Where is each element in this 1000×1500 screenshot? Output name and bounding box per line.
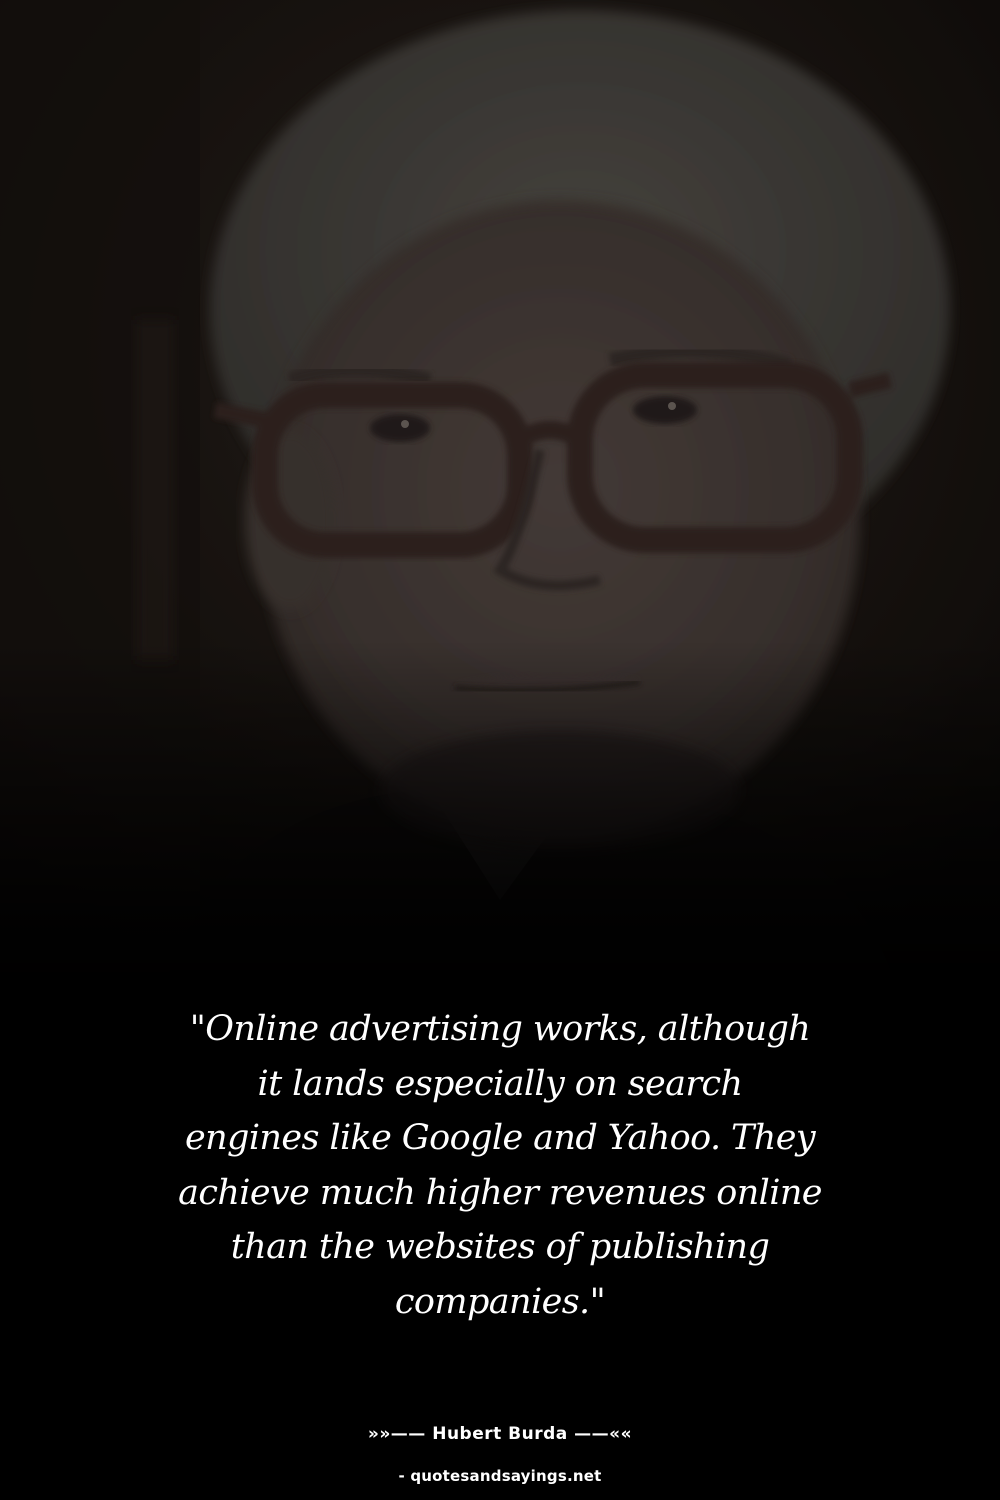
quote-line: "Online advertising works, although	[189, 1009, 811, 1049]
quote-line: achieve much higher revenues online	[178, 1172, 822, 1213]
quote-line: companies."	[394, 1281, 606, 1322]
quote-text: "Online advertising works, although it l…	[100, 1002, 900, 1329]
quote-line: engines like Google and Yahoo. They	[184, 1118, 816, 1158]
quote-card: "Online advertising works, although it l…	[0, 0, 1000, 1500]
quote-line: it lands especially on search	[257, 1063, 744, 1104]
author-attribution: »»—— Hubert Burda ——««	[367, 1424, 633, 1444]
quote-line: than the websites of publishing	[230, 1227, 770, 1267]
source-link[interactable]: - quotesandsayings.net	[0, 1467, 1000, 1485]
